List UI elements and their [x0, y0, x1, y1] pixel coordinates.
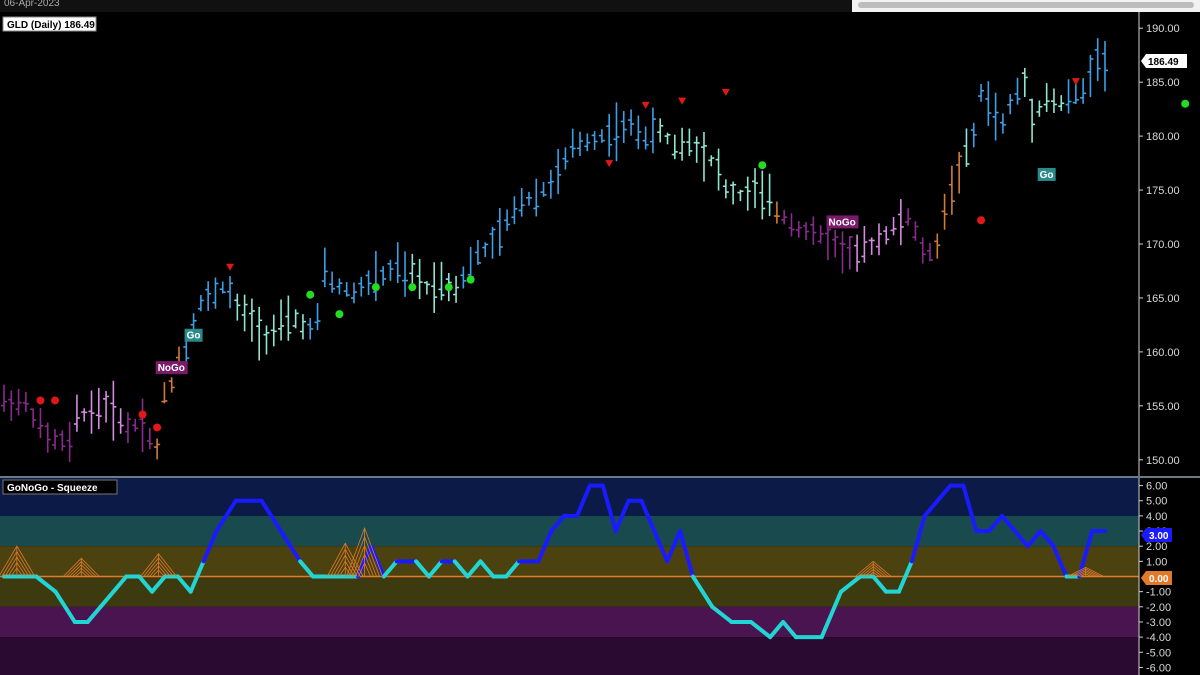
buy-signal-dot [466, 275, 475, 284]
chart-area[interactable]: NoGo Go NoGo Go 190.00 185.00 180.00 175.00 170… [0, 0, 1200, 675]
osc-tick-label: 5.00 [1146, 496, 1167, 508]
sell-signal-dot [138, 410, 147, 419]
sell-signal-dot [977, 216, 986, 225]
sell-signal-marker [641, 101, 650, 109]
osc-tick-label: -1.00 [1146, 587, 1171, 599]
osc-tick-label: -5.00 [1146, 647, 1171, 659]
oscillator-panel[interactable] [0, 478, 1139, 675]
price-tick-label: 185.00 [1146, 77, 1180, 89]
oscillator-band [0, 546, 1139, 577]
osc-zero-marker: 0.00 [1141, 571, 1172, 585]
price-axis: 190.00 185.00 180.00 175.00 170.00 165.00 160.… [1139, 23, 1180, 467]
go-label: Go [1040, 170, 1054, 181]
buy-signal-dot [335, 310, 344, 319]
sell-signal-dot [51, 396, 60, 405]
sell-signal-marker [1071, 78, 1080, 86]
nogo-label: NoGo [158, 363, 185, 374]
osc-tick-label: -4.00 [1146, 632, 1171, 644]
buy-signal-dot [371, 283, 380, 292]
oscillator-band [0, 515, 1139, 547]
sell-signal-marker [721, 88, 730, 96]
sell-signal-marker [678, 97, 687, 105]
price-tick-label: 165.00 [1146, 293, 1180, 305]
sell-signal-marker [605, 160, 614, 168]
osc-tick-label: -2.00 [1146, 602, 1171, 614]
buy-signal-dot [758, 161, 767, 170]
osc-tick-label: -6.00 [1146, 662, 1171, 674]
price-tick-label: 180.00 [1146, 131, 1180, 143]
osc-tick-label: 1.00 [1146, 556, 1167, 568]
osc-tick-label: 2.00 [1146, 541, 1167, 553]
buy-signal-dot [444, 283, 453, 292]
price-tick-label: 155.00 [1146, 401, 1180, 413]
sell-signal-dot [36, 396, 45, 405]
price-tick-label: 150.00 [1146, 455, 1180, 467]
last-price-marker: 186.49 [1141, 54, 1187, 68]
osc-zero-label: 0.00 [1149, 574, 1169, 585]
buy-signal-dot [306, 290, 315, 299]
osc-last-value-marker: 3.00 [1141, 528, 1172, 542]
osc-tick-label: 4.00 [1146, 511, 1167, 523]
price-title-box: GLD (Daily) 186.49 [2, 16, 97, 32]
price-tick-label: 190.00 [1146, 23, 1180, 35]
panel-divider [0, 476, 1200, 478]
buy-signal-dot [1181, 99, 1190, 108]
price-title: GLD (Daily) 186.49 [7, 20, 95, 31]
sell-signal-dot [153, 423, 162, 432]
oscillator-band [0, 606, 1139, 638]
osc-tick-label: 6.00 [1146, 481, 1167, 493]
nogo-label: NoGo [829, 217, 856, 228]
sell-signal-marker [226, 263, 235, 271]
buy-signal-dot [408, 283, 417, 292]
osc-last-value-label: 3.00 [1149, 531, 1169, 542]
price-tick-label: 170.00 [1146, 239, 1180, 251]
oscillator-band [0, 637, 1139, 675]
osc-title: GoNoGo - Squeeze [7, 483, 98, 494]
osc-title-box: GoNoGo - Squeeze [2, 479, 118, 495]
price-panel[interactable]: NoGo Go NoGo Go [1, 38, 1190, 462]
last-price-label: 186.49 [1148, 57, 1179, 68]
go-label: Go [187, 331, 201, 342]
oscillator-band [0, 576, 1139, 607]
price-tick-label: 175.00 [1146, 185, 1180, 197]
price-tick-label: 160.00 [1146, 347, 1180, 359]
osc-tick-label: -3.00 [1146, 617, 1171, 629]
